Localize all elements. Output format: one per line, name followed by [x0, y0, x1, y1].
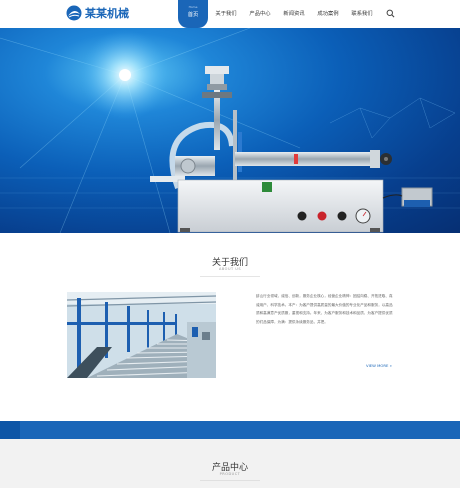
nav-item-cases[interactable]: 成功案例: [311, 0, 345, 28]
about-subtitle: ABOUT US: [218, 267, 242, 271]
about-divider: [200, 276, 260, 277]
filling-machine-image: [150, 66, 433, 233]
banner-artwork: [0, 28, 460, 233]
blue-divider-band: [0, 421, 460, 439]
nav-item-contact[interactable]: 联系我们: [345, 0, 379, 28]
nav-item-news[interactable]: 新闻资讯: [277, 0, 311, 28]
nav-home-label: 首页: [187, 12, 199, 18]
nav-item-about[interactable]: 关于我们: [209, 0, 243, 28]
logo[interactable]: 某某机械: [66, 5, 129, 21]
nav-home-sublabel: Home: [188, 5, 198, 9]
band-accent: [0, 421, 20, 439]
page: 某某机械 Home 首页 关于我们 产品中心 新闻资讯 成功案例 联系我们 关于…: [0, 0, 460, 488]
factory-conveyor-image: [67, 292, 216, 378]
about-image[interactable]: [67, 292, 216, 378]
about-description: 蚌山行业领域，诚信、创新，服务企业核心，经营企业精神：团结向稳、开拓进取、真诚用…: [256, 294, 393, 324]
nav-item-products[interactable]: 产品中心: [243, 0, 277, 28]
site-header: 某某机械 Home 首页 关于我们 产品中心 新闻资讯 成功案例 联系我们: [0, 0, 460, 28]
hero-banner: [0, 28, 460, 233]
search-icon[interactable]: [386, 9, 395, 18]
products-divider: [200, 480, 260, 481]
logo-text: 某某机械: [85, 7, 129, 20]
main-nav: Home 首页 关于我们 产品中心 新闻资讯 成功案例 联系我们: [178, 0, 379, 28]
logo-mark-icon: [66, 5, 82, 21]
view-more-link[interactable]: VIEW MORE »: [366, 363, 392, 368]
products-subtitle: PRODUCT: [219, 472, 241, 476]
nav-item-home[interactable]: Home 首页: [178, 0, 208, 28]
